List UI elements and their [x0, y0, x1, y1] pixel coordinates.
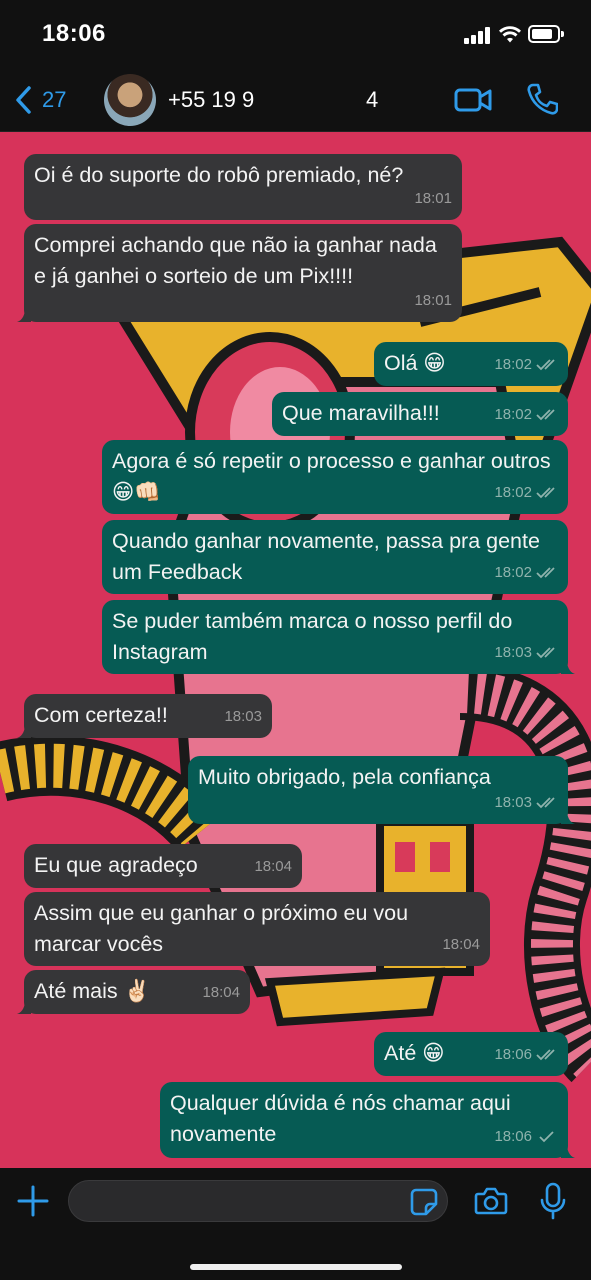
message-meta: 18:01: [414, 183, 452, 214]
double-check-icon: [536, 796, 555, 808]
message-time: 18:03: [224, 708, 262, 725]
bubble-tail: [17, 308, 31, 322]
contact-avatar[interactable]: [104, 74, 156, 126]
home-indicator: [190, 1264, 402, 1270]
double-check-icon: [536, 486, 555, 498]
outgoing-message[interactable]: Que maravilha!!! 18:02: [272, 392, 568, 436]
microphone-icon[interactable]: [540, 1182, 566, 1220]
message-time: 18:02: [494, 564, 532, 581]
message-text: Agora é só repetir o processo e ganhar o…: [112, 449, 557, 504]
message-time: 18:02: [494, 406, 532, 423]
message-time: 18:02: [494, 356, 532, 373]
outgoing-message[interactable]: Se puder também marca o nosso perfil do …: [102, 600, 575, 674]
incoming-message[interactable]: Oi é do suporte do robô premiado, né? 18:…: [24, 154, 462, 220]
message-meta: 18:03: [224, 701, 262, 732]
input-bar: [0, 1168, 591, 1280]
message-meta: 18:02: [494, 349, 558, 380]
incoming-message[interactable]: Eu que agradeço 18:04: [24, 844, 302, 888]
bubble-tail: [561, 1144, 575, 1158]
single-check-icon: [539, 1130, 554, 1142]
status-time: 18:06: [42, 20, 106, 47]
incoming-message[interactable]: Comprei achando que não ia ganhar nada e…: [17, 224, 462, 322]
sticker-icon[interactable]: [410, 1188, 438, 1216]
message-meta: 18:01: [414, 285, 452, 316]
message-text: Comprei achando que não ia ganhar nada e…: [34, 233, 443, 288]
message-time: 18:04: [442, 936, 480, 953]
message-text: Assim que eu ganhar o próximo eu vou mar…: [34, 901, 415, 956]
back-chevron-icon: [16, 86, 31, 114]
message-text: Eu que agradeço: [34, 853, 198, 877]
message-meta: 18:04: [202, 977, 240, 1008]
double-check-icon: [536, 1048, 555, 1060]
message-time: 18:04: [254, 858, 292, 875]
double-check-icon: [536, 408, 555, 420]
message-text: Se puder também marca o nosso perfil do …: [112, 609, 519, 664]
status-bar: 18:06: [0, 0, 591, 68]
video-call-icon[interactable]: [454, 85, 492, 115]
message-time: 18:01: [414, 292, 452, 309]
contact-name[interactable]: +55 19 9: [168, 87, 254, 113]
message-meta: 18:04: [254, 851, 292, 882]
message-meta: 18:03: [494, 787, 558, 818]
message-meta: 18:02: [494, 477, 558, 508]
contact-name-suffix[interactable]: 4: [366, 87, 378, 113]
double-check-icon: [536, 566, 555, 578]
message-time: 18:03: [494, 644, 532, 661]
camera-icon[interactable]: [474, 1186, 508, 1216]
message-input[interactable]: [68, 1180, 448, 1222]
chat-area[interactable]: Oi é do suporte do robô premiado, né? 18:…: [0, 132, 591, 1168]
incoming-message[interactable]: Com certeza!! 18:03: [17, 694, 272, 738]
outgoing-message[interactable]: Quando ganhar novamente, passa pra gente…: [102, 520, 568, 594]
message-meta: 18:06: [494, 1121, 558, 1152]
phone-icon[interactable]: [526, 82, 558, 116]
plus-icon[interactable]: [16, 1184, 50, 1218]
message-time: 18:06: [494, 1128, 532, 1145]
outgoing-message[interactable]: Muito obrigado, pela confiança 18:03: [188, 756, 575, 824]
double-check-icon: [536, 358, 555, 370]
incoming-message[interactable]: Assim que eu ganhar o próximo eu vou mar…: [24, 892, 490, 966]
outgoing-message[interactable]: Olá 😁 18:02: [374, 342, 568, 386]
unread-count: 27: [42, 87, 67, 112]
message-time: 18:06: [494, 1046, 532, 1063]
message-meta: 18:06: [494, 1039, 558, 1070]
bubble-tail: [17, 1000, 31, 1014]
outgoing-message[interactable]: Agora é só repetir o processo e ganhar o…: [102, 440, 568, 514]
message-time: 18:02: [494, 484, 532, 501]
message-text: Quando ganhar novamente, passa pra gente…: [112, 529, 546, 584]
wifi-icon: [499, 26, 521, 43]
battery-icon: [528, 25, 564, 43]
bubble-tail: [561, 660, 575, 674]
bubble-tail: [17, 724, 31, 738]
message-text: Oi é do suporte do robô premiado, né?: [34, 163, 404, 187]
message-meta: 18:04: [442, 929, 480, 960]
message-time: 18:01: [414, 190, 452, 207]
message-meta: 18:02: [494, 399, 558, 430]
outgoing-message[interactable]: Até 😁 18:06: [374, 1032, 568, 1076]
message-time: 18:04: [202, 984, 240, 1001]
double-check-icon: [536, 646, 555, 658]
back-button[interactable]: 27: [14, 84, 66, 116]
cellular-signal-icon: [464, 26, 492, 44]
message-time: 18:03: [494, 794, 532, 811]
message-meta: 18:02: [494, 557, 558, 588]
bubble-tail: [561, 810, 575, 824]
incoming-message[interactable]: Até mais ✌🏻 18:04: [17, 970, 250, 1014]
outgoing-message[interactable]: Qualquer dúvida é nós chamar aqui novame…: [160, 1082, 575, 1158]
chat-header: 27 +55 19 9 4: [0, 68, 591, 132]
message-meta: 18:03: [494, 637, 558, 668]
